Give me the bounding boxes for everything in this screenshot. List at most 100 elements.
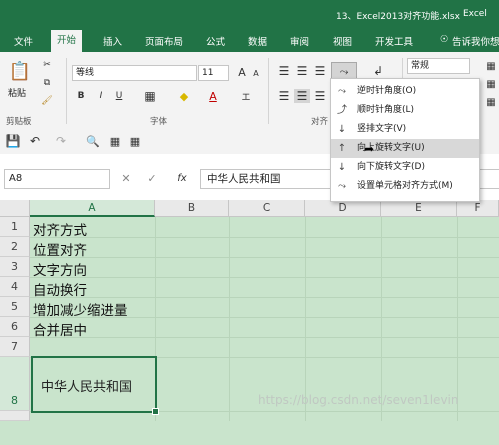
column-header-b[interactable]: B [155,200,229,217]
rotate-cw-icon: ⤴ [337,105,347,116]
menu-item-rotate-up[interactable]: ↑ 向上旋转文字(U) [331,139,479,158]
app-name: Excel [463,9,487,19]
cell-styles-icon[interactable]: ▦ [484,96,498,108]
fill-color-icon[interactable]: ◆ [176,89,192,103]
cell-a6[interactable]: 合并居中 [33,319,87,339]
column-header-d[interactable]: D [305,200,381,217]
column-header-a[interactable]: A [30,200,155,217]
tab-formulas[interactable]: 公式 [206,34,225,48]
copy-icon[interactable]: ⧉ [40,76,54,90]
paste-button[interactable]: 粘贴 [8,86,26,99]
tab-file[interactable]: 文件 [14,34,33,48]
row-header[interactable]: 1 [0,217,30,237]
menu-item-rotate-down[interactable]: ↓ 向下旋转文字(D) [331,158,479,177]
tab-data[interactable]: 数据 [248,34,267,48]
phonetic-icon[interactable]: エ [238,89,254,103]
table-icon[interactable]: ▦ [108,134,122,148]
column-header-c[interactable]: C [229,200,305,217]
window-title: 13、Excel2013对齐功能.xlsx [336,12,460,22]
bottom-align-icon[interactable]: ☰ [312,64,328,78]
number-format-dropdown[interactable]: 常规 [407,58,470,74]
format-as-table-icon[interactable]: ▦ [484,78,498,90]
menu-item-counterclockwise[interactable]: ⤳ 逆时针角度(O) [331,82,479,101]
gridline [305,217,306,421]
row-header[interactable]: 4 [0,277,30,297]
chart-icon[interactable]: ▦ [128,134,142,148]
insert-function-button[interactable]: fx [174,170,190,186]
tab-tell-me[interactable]: 告诉我你想 [452,34,499,48]
bold-button[interactable]: B [74,89,88,103]
name-box[interactable]: A8 [4,169,110,189]
tab-view[interactable]: 视图 [333,34,352,48]
align-right-icon[interactable]: ☰ [312,89,328,103]
redo-icon[interactable]: ↷ [54,134,68,148]
row-header[interactable]: 7 [0,337,30,357]
row-header[interactable]: 3 [0,257,30,277]
borders-icon[interactable]: ▦ [142,89,158,103]
select-all-corner[interactable] [0,200,30,217]
cell-a3[interactable]: 文字方向 [33,259,87,279]
divider [268,58,269,124]
rotate-up-icon: ↑ [337,143,347,154]
grow-font-button[interactable]: A [236,65,248,79]
orientation-menu: ⤳ 逆时针角度(O) ⤴ 顺时针角度(L) ↓ 竖排文字(V) ↑ 向上旋转文字… [330,78,480,202]
save-icon[interactable]: 💾 [6,134,21,148]
print-preview-icon[interactable]: 🔍 [86,134,100,148]
gridline [457,217,458,421]
font-color-button[interactable]: A [206,88,220,104]
undo-icon[interactable]: ↶ [28,134,42,148]
column-header-e[interactable]: E [381,200,457,217]
align-left-icon[interactable]: ☰ [276,89,292,103]
row-header[interactable]: 6 [0,317,30,337]
gridline [30,237,499,238]
cut-icon[interactable]: ✂ [40,58,54,72]
tab-page-layout[interactable]: 页面布局 [145,34,183,48]
align-center-icon[interactable]: ☰ [294,89,310,103]
tell-me-icon[interactable]: ☉ [440,34,449,45]
paste-icon[interactable]: 📋 [8,58,32,84]
top-align-icon[interactable]: ☰ [276,64,292,78]
gridline [381,217,382,421]
conditional-format-icon[interactable]: ▦ [484,60,498,72]
worksheet-grid[interactable]: A B C D E F 1 2 3 4 5 6 7 8 对齐方式 位置对齐 文字… [0,200,499,421]
cell-a2[interactable]: 位置对齐 [33,239,87,259]
wrap-text-icon[interactable]: ↲ [370,64,386,78]
divider [66,58,67,124]
vertical-text-icon: ↓ [337,124,347,135]
rotate-ccw-icon: ⤳ [338,86,346,97]
shrink-font-button[interactable]: A [250,67,262,79]
middle-align-icon[interactable]: ☰ [294,64,310,78]
gridline [30,257,499,258]
tab-review[interactable]: 审阅 [290,34,309,48]
underline-button[interactable]: U [112,89,126,103]
clipboard-group-label: 剪贴板 [6,117,32,127]
menu-item-format-alignment[interactable]: ⤳ 设置单元格对齐方式(M) [331,177,479,196]
mouse-cursor-icon: ➦ [364,142,375,156]
title-bar: 13、Excel2013对齐功能.xlsx Excel [0,0,499,30]
menu-item-clockwise[interactable]: ⤴ 顺时针角度(L) [331,101,479,120]
cell-a4[interactable]: 自动换行 [33,279,87,299]
cell-a5[interactable]: 增加减少缩进量 [33,299,128,319]
tab-developer[interactable]: 开发工具 [375,34,413,48]
fill-handle[interactable] [152,408,159,415]
tab-insert[interactable]: 插入 [103,34,122,48]
gridline [229,217,230,421]
italic-button[interactable]: I [94,89,108,103]
enter-icon[interactable]: ✓ [146,170,158,186]
watermark: https://blog.csdn.net/seven1levin [258,393,459,407]
cell-a1[interactable]: 对齐方式 [33,219,87,239]
row-header[interactable]: 5 [0,297,30,317]
active-cell-a8[interactable]: 中华人民共和国 [31,356,159,415]
tab-home[interactable]: 开始 [51,30,83,52]
font-size-dropdown[interactable]: 11 [198,65,229,81]
row-header[interactable] [0,411,30,421]
font-name-dropdown[interactable]: 等线 [72,65,197,81]
menu-item-vertical-text[interactable]: ↓ 竖排文字(V) [331,120,479,139]
format-painter-icon[interactable]: 🖌 [40,94,54,108]
cell-a8-text: 中华人民共和国 [41,380,133,395]
cancel-icon[interactable]: ✕ [120,170,132,186]
row-header-selected[interactable]: 8 [0,357,30,411]
column-header-f[interactable]: F [457,200,499,217]
row-header[interactable]: 2 [0,237,30,257]
format-alignment-icon: ⤳ [338,181,346,192]
